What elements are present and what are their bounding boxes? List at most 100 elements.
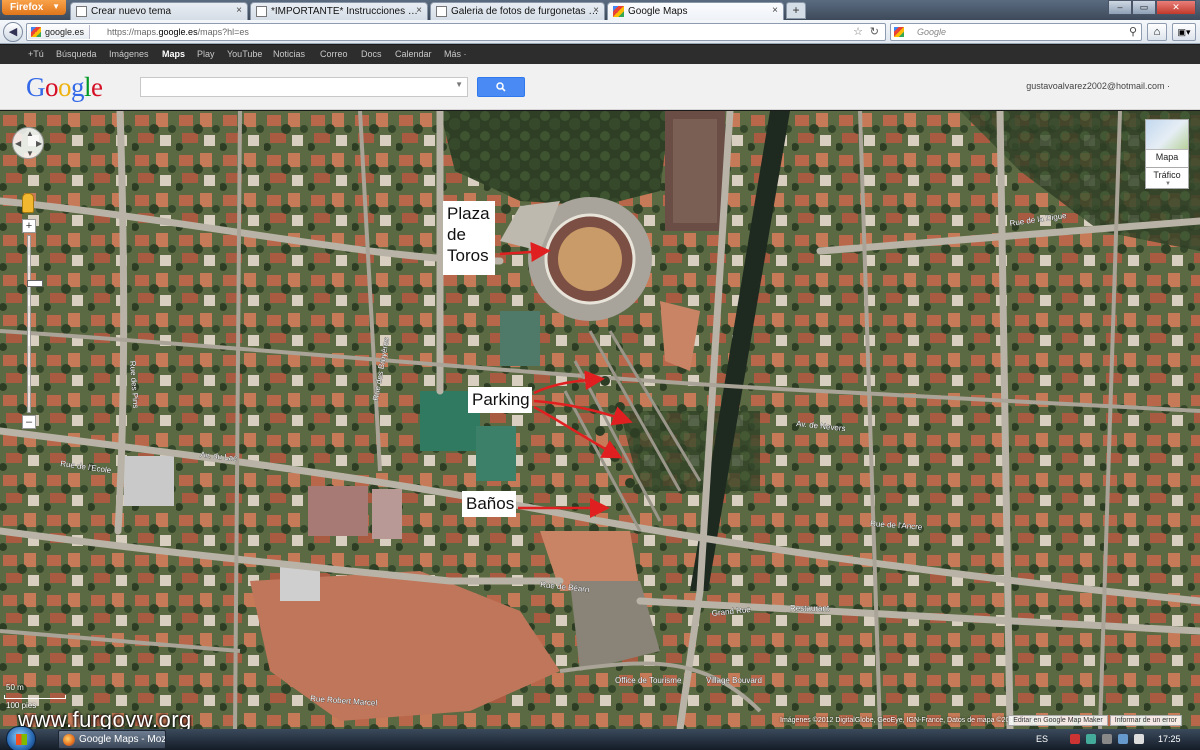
close-tab-icon[interactable]: × — [236, 5, 242, 16]
pan-up-icon[interactable]: ▲ — [26, 129, 34, 138]
url-domain: google.es — [158, 27, 198, 37]
close-tab-icon[interactable]: × — [593, 5, 599, 16]
firefox-menu-button[interactable]: Firefox ▼ — [2, 0, 66, 15]
gbar-item-news[interactable]: Noticias — [273, 49, 305, 59]
close-tab-icon[interactable]: × — [416, 5, 422, 16]
browser-tab-4-active[interactable]: Google Maps × — [607, 2, 784, 20]
back-button[interactable]: ◀ — [3, 22, 23, 42]
map-type-button[interactable]: Mapa — [1145, 119, 1189, 171]
reload-icon[interactable]: ↻ — [870, 24, 879, 40]
browser-tab-1[interactable]: Crear nuevo tema × — [70, 2, 248, 20]
chevron-down-icon: ▼ — [1165, 181, 1171, 187]
clock[interactable]: 17:25 — [1158, 734, 1181, 744]
network-icon[interactable] — [1118, 734, 1128, 744]
logo-letter: o — [58, 72, 72, 102]
gbar-item-more[interactable]: Más · — [444, 49, 467, 59]
user-account-menu[interactable]: gustavoalvarez2002@hotmail.com · — [1026, 81, 1170, 91]
report-error-link[interactable]: Informar de un error — [1109, 715, 1182, 726]
parking-lot — [280, 566, 320, 601]
gbar-item-images[interactable]: Imágenes — [109, 49, 149, 59]
browser-tab-2[interactable]: *IMPORTANTE* Instrucciones para a... × — [250, 2, 428, 20]
gbar-item-search[interactable]: Búsqueda — [56, 49, 97, 59]
search-placeholder: Google — [917, 27, 947, 37]
screen: Firefox ▼ Crear nuevo tema × *IMPORTANTE… — [0, 0, 1200, 750]
close-window-icon[interactable]: ✕ — [1156, 0, 1196, 15]
home-icon: ⌂ — [1153, 26, 1161, 38]
browser-tab-3[interactable]: Galeria de fotos de furgonetas campe... … — [430, 2, 605, 20]
site-identity-button[interactable]: google.es — [28, 25, 91, 39]
tab-title: Galeria de fotos de furgonetas campe... — [451, 6, 599, 17]
traffic-layer-button[interactable]: Tráfico ▼ — [1145, 167, 1189, 189]
edit-in-map-maker-link[interactable]: Editar en Google Map Maker — [1008, 715, 1108, 726]
scale-metric: 50 m — [6, 683, 24, 692]
action-center-icon[interactable] — [1102, 734, 1112, 744]
google-maps-favicon — [613, 6, 624, 17]
google-logo[interactable]: Google — [26, 72, 103, 103]
map-copyright: Imágenes ©2012 DigitalGlobe, GeoEye, IGN… — [780, 717, 1046, 724]
zoom-control: + – — [22, 219, 43, 429]
address-bar[interactable]: google.es https://maps.google.es/maps?hl… — [26, 23, 886, 41]
search-icon[interactable]: ⚲ — [1129, 24, 1137, 40]
watermark: www.furgovw.org — [18, 707, 192, 729]
search-engine-icon[interactable] — [894, 27, 904, 37]
annotation-banos: Baños — [462, 491, 516, 517]
bookmark-star-icon[interactable]: ☆ — [853, 24, 863, 40]
pan-control[interactable]: ▲ ◀ ▶ ▼ — [12, 127, 44, 159]
zoom-in-button[interactable]: + — [22, 219, 36, 233]
pan-left-icon[interactable]: ◀ — [15, 139, 21, 148]
gbar-item-mail[interactable]: Correo — [320, 49, 348, 59]
gbar-item-youtube[interactable]: YouTube — [227, 49, 262, 59]
annotation-plaza-de-toros: Plaza de Toros — [443, 201, 495, 275]
tools-button[interactable]: ▣▾ — [1172, 23, 1196, 41]
start-button[interactable] — [6, 726, 36, 750]
taskbar-firefox-window[interactable]: Google Maps - Mozi... — [58, 730, 166, 749]
zoom-slider[interactable] — [27, 235, 43, 413]
gbar-item-play[interactable]: Play — [197, 49, 215, 59]
tab-title: Google Maps — [628, 6, 688, 17]
satellite-imagery: Rue de l'Ecole Av. du Lac Rue Robert Mar… — [0, 111, 1200, 729]
street-view-pegman-icon[interactable] — [22, 193, 34, 213]
browser-search-box[interactable]: Google ⚲ — [890, 23, 1142, 41]
logo-letter: l — [84, 72, 92, 102]
tray-app-icon[interactable] — [1070, 734, 1080, 744]
gbar-item-maps[interactable]: Maps — [162, 49, 185, 59]
home-button[interactable]: ⌂ — [1147, 23, 1167, 41]
pan-down-icon[interactable]: ▼ — [26, 149, 34, 158]
tab-title: Crear nuevo tema — [91, 6, 172, 17]
close-tab-icon[interactable]: × — [772, 5, 778, 16]
magnifier-icon — [496, 82, 506, 92]
toolbar-icon: ▣▾ — [1177, 27, 1191, 37]
tennis-court — [372, 489, 402, 539]
pan-right-icon[interactable]: ▶ — [36, 139, 42, 148]
browser-tab-strip: Firefox ▼ Crear nuevo tema × *IMPORTANTE… — [0, 0, 1200, 20]
logo-letter: o — [45, 72, 59, 102]
zoom-slider-handle[interactable] — [27, 280, 43, 287]
window-controls: – ▭ ✕ — [1108, 0, 1196, 15]
tray-app-icon[interactable] — [1086, 734, 1096, 744]
satellite-map[interactable]: Rue de l'Ecole Av. du Lac Rue Robert Mar… — [0, 111, 1200, 729]
volume-icon[interactable] — [1134, 734, 1144, 744]
gbar-item-docs[interactable]: Docs — [361, 49, 382, 59]
map-type-thumbnail — [1146, 120, 1188, 150]
maximize-icon[interactable]: ▭ — [1132, 0, 1156, 15]
maps-search-input[interactable] — [140, 77, 468, 97]
new-tab-button[interactable]: + — [786, 2, 806, 19]
gbar-item-calendar[interactable]: Calendar — [395, 49, 432, 59]
language-indicator[interactable]: ES — [1036, 734, 1048, 744]
logo-letter: e — [91, 72, 103, 102]
annotation-line: de — [447, 225, 466, 244]
gbar-item-plus[interactable]: +Tú — [28, 49, 44, 59]
zoom-out-button[interactable]: – — [22, 415, 36, 429]
maps-search-button[interactable] — [477, 77, 525, 97]
place-label: Restaurant — [790, 604, 830, 613]
taskbar-window-label: Google Maps - Mozi... — [79, 734, 166, 745]
minimize-icon[interactable]: – — [1108, 0, 1132, 15]
logo-letter: g — [71, 72, 85, 102]
annotation-line: Plaza — [447, 204, 490, 223]
map-footer-links: Editar en Google Map Maker Informar de u… — [1008, 715, 1182, 726]
url-text: https://maps.google.es/maps?hl=es — [107, 24, 249, 40]
logo-letter: G — [26, 72, 46, 102]
maps-header: Google ▼ gustavoalvarez2002@hotmail.com … — [0, 64, 1200, 110]
google-bar: +Tú Búsqueda Imágenes Maps Play YouTube … — [0, 45, 1200, 64]
place-label: Office de Tourisme — [615, 676, 682, 685]
